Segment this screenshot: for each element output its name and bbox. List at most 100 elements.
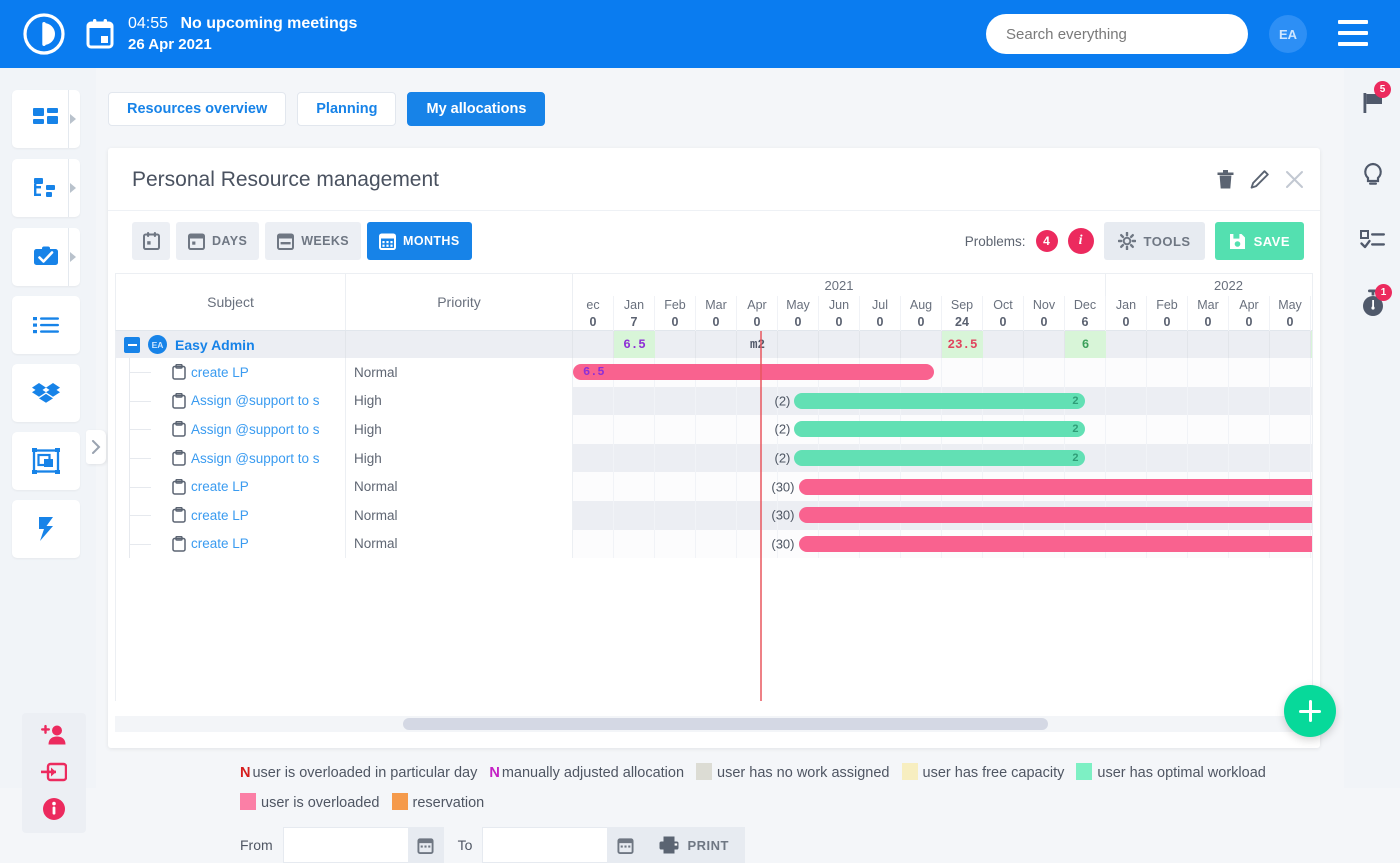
month-header-cell[interactable]: Jul0 xyxy=(860,296,901,332)
month-header-cell[interactable]: ec0 xyxy=(573,296,614,332)
gantt-cell[interactable] xyxy=(696,444,737,473)
gantt-cell[interactable] xyxy=(1311,444,1313,473)
gantt-cell[interactable] xyxy=(655,472,696,501)
month-header-cell[interactable]: Oct0 xyxy=(983,296,1024,332)
table-row[interactable]: create LPNormal(30)30 xyxy=(116,501,1312,530)
month-header-cell[interactable]: Mar0 xyxy=(1188,296,1229,332)
table-row[interactable]: Assign @support to sHigh(2)2 xyxy=(116,387,1312,416)
calendar-icon[interactable] xyxy=(86,19,114,49)
gantt-cell[interactable] xyxy=(1229,444,1270,473)
gantt-cell[interactable] xyxy=(614,472,655,501)
gantt-cell[interactable] xyxy=(614,501,655,530)
gantt-cell[interactable] xyxy=(983,331,1024,358)
from-date-input[interactable] xyxy=(283,827,408,863)
to-date-picker-button[interactable] xyxy=(607,827,643,863)
gantt-cell[interactable] xyxy=(573,530,614,559)
gantt-cell[interactable] xyxy=(1270,415,1311,444)
hamburger-menu-icon[interactable] xyxy=(1338,20,1368,46)
gantt-cell[interactable] xyxy=(1311,415,1313,444)
month-header-cell[interactable]: Sep24 xyxy=(942,296,983,332)
to-date-input[interactable] xyxy=(482,827,607,863)
gantt-cell[interactable] xyxy=(983,358,1024,387)
gantt-cell[interactable] xyxy=(1024,331,1065,358)
gantt-cell[interactable] xyxy=(1229,358,1270,387)
allocation-bar[interactable]: 30 xyxy=(799,479,1314,495)
month-header-cell[interactable]: Ju9 xyxy=(1311,296,1312,332)
gantt-cell[interactable] xyxy=(573,387,614,416)
problems-count-badge[interactable]: 4 xyxy=(1036,230,1058,252)
gantt-cell[interactable] xyxy=(860,331,901,358)
sidebar-item-automation[interactable] xyxy=(12,500,80,558)
gantt-cell[interactable] xyxy=(1311,358,1313,387)
column-header-subject[interactable]: Subject xyxy=(116,274,346,330)
task-subject-link[interactable]: create LP xyxy=(191,365,249,380)
gantt-cell[interactable] xyxy=(573,415,614,444)
month-header-cell[interactable]: May0 xyxy=(778,296,819,332)
gantt-cell[interactable] xyxy=(696,331,737,358)
close-icon[interactable] xyxy=(1285,170,1304,189)
gantt-cell[interactable] xyxy=(1270,444,1311,473)
gantt-cell[interactable] xyxy=(1106,415,1147,444)
allocation-bar[interactable]: 2 xyxy=(794,450,1085,466)
gantt-cell[interactable] xyxy=(1024,358,1065,387)
gantt-cell[interactable] xyxy=(614,387,655,416)
gantt-cell[interactable] xyxy=(1147,358,1188,387)
month-header-cell[interactable]: Dec6 xyxy=(1065,296,1106,332)
gantt-cell[interactable] xyxy=(1147,444,1188,473)
gantt-cell[interactable] xyxy=(778,331,819,358)
month-header-cell[interactable]: Apr0 xyxy=(1229,296,1270,332)
info-button[interactable] xyxy=(38,793,70,825)
pencil-icon[interactable] xyxy=(1250,170,1269,189)
gantt-cell[interactable] xyxy=(655,415,696,444)
sidebar-item-lists[interactable] xyxy=(12,296,80,354)
table-row[interactable]: Assign @support to sHigh(2)2 xyxy=(116,444,1312,473)
gantt-cell[interactable] xyxy=(1188,387,1229,416)
gantt-cell[interactable] xyxy=(614,415,655,444)
gantt-cell[interactable] xyxy=(614,444,655,473)
ideas-button[interactable] xyxy=(1356,158,1390,192)
gantt-cell[interactable] xyxy=(696,472,737,501)
month-header-cell[interactable]: Nov0 xyxy=(1024,296,1065,332)
gantt-cell[interactable] xyxy=(1147,415,1188,444)
gantt-cell[interactable] xyxy=(1106,444,1147,473)
horizontal-scrollbar[interactable] xyxy=(115,716,1313,732)
gantt-cell[interactable] xyxy=(1188,358,1229,387)
gantt-cell[interactable] xyxy=(614,530,655,559)
month-header-cell[interactable]: Feb0 xyxy=(1147,296,1188,332)
allocation-bar[interactable]: 30 xyxy=(799,507,1314,523)
summary-row[interactable]: EAEasy Admin6.5m223.569 xyxy=(116,331,1312,358)
gantt-cell[interactable] xyxy=(696,501,737,530)
gantt-cell[interactable] xyxy=(901,331,942,358)
gantt-cell[interactable] xyxy=(1188,331,1229,358)
gantt-cell[interactable] xyxy=(1106,358,1147,387)
timer-button[interactable]: 1 xyxy=(1356,286,1390,320)
tools-button[interactable]: TOOLS xyxy=(1104,222,1205,260)
gantt-cell[interactable] xyxy=(1270,358,1311,387)
checklist-button[interactable] xyxy=(1356,223,1390,257)
month-header-cell[interactable]: Jan0 xyxy=(1106,296,1147,332)
gantt-cell[interactable] xyxy=(1188,415,1229,444)
gantt-cell[interactable] xyxy=(1065,358,1106,387)
gantt-cell[interactable] xyxy=(1106,331,1147,358)
gantt-cell[interactable] xyxy=(1270,331,1311,358)
gantt-cell[interactable] xyxy=(696,530,737,559)
gantt-cell[interactable] xyxy=(1229,331,1270,358)
month-header-cell[interactable]: Aug0 xyxy=(901,296,942,332)
gantt-cell[interactable] xyxy=(1147,387,1188,416)
gantt-cell[interactable] xyxy=(573,331,614,358)
scrollbar-thumb[interactable] xyxy=(403,718,1048,730)
gantt-cell[interactable] xyxy=(942,358,983,387)
gantt-cell[interactable] xyxy=(1229,415,1270,444)
gantt-cell[interactable] xyxy=(655,530,696,559)
app-logo-icon[interactable] xyxy=(22,12,66,56)
gantt-cell[interactable] xyxy=(1270,387,1311,416)
login-button[interactable] xyxy=(38,756,70,788)
month-header-cell[interactable]: May0 xyxy=(1270,296,1311,332)
gantt-cell[interactable] xyxy=(1106,387,1147,416)
allocation-bar[interactable]: 2 xyxy=(794,421,1085,437)
table-row[interactable]: create LPNormal(30)30 xyxy=(116,530,1312,559)
avatar[interactable]: EA xyxy=(1269,15,1307,53)
toolbar-months-button[interactable]: MONTHS xyxy=(367,222,472,260)
column-header-priority[interactable]: Priority xyxy=(346,274,573,330)
from-date-picker-button[interactable] xyxy=(408,827,444,863)
